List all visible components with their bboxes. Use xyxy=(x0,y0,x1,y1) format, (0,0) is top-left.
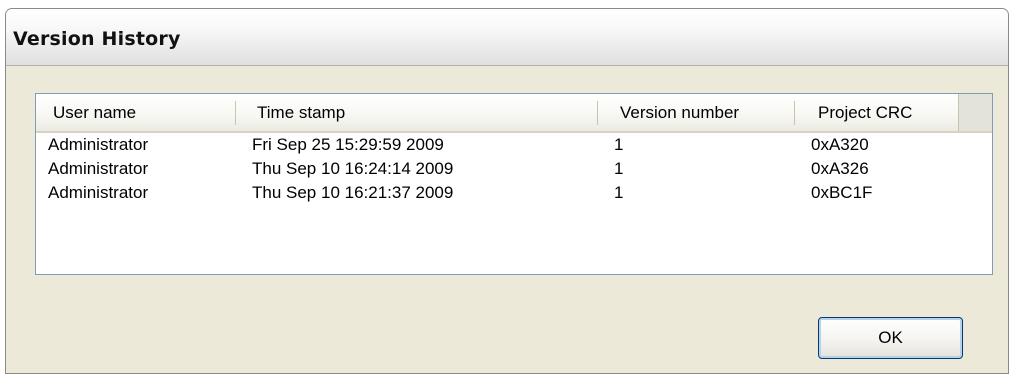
header-filler xyxy=(958,94,992,131)
table-row[interactable]: Administrator Fri Sep 25 15:29:59 2009 1… xyxy=(36,133,992,157)
list-header: User name Time stamp Version number Proj… xyxy=(36,94,992,133)
cell-project-crc: 0xA326 xyxy=(811,159,869,178)
version-list[interactable]: User name Time stamp Version number Proj… xyxy=(35,93,993,275)
column-header-version-number[interactable]: Version number xyxy=(620,94,790,131)
cell-time-stamp: Fri Sep 25 15:29:59 2009 xyxy=(252,135,444,154)
cell-project-crc: 0xA320 xyxy=(811,135,869,154)
column-separator[interactable] xyxy=(597,101,598,125)
cell-time-stamp: Thu Sep 10 16:24:14 2009 xyxy=(252,159,454,178)
table-row[interactable]: Administrator Thu Sep 10 16:24:14 2009 1… xyxy=(36,157,992,181)
version-history-dialog: Version History User name Time stamp Ver… xyxy=(5,8,1009,374)
cell-time-stamp: Thu Sep 10 16:21:37 2009 xyxy=(252,183,454,202)
cell-version-number: 1 xyxy=(614,135,624,154)
cell-user-name: Administrator xyxy=(48,135,149,154)
table-row[interactable]: Administrator Thu Sep 10 16:21:37 2009 1… xyxy=(36,181,992,205)
cell-project-crc: 0xBC1F xyxy=(811,183,873,202)
dialog-body: User name Time stamp Version number Proj… xyxy=(6,66,1008,373)
cell-version-number: 1 xyxy=(614,159,624,178)
title-bar[interactable]: Version History xyxy=(6,9,1008,66)
column-header-time-stamp[interactable]: Time stamp xyxy=(257,94,587,131)
cell-version-number: 1 xyxy=(614,183,624,202)
ok-button[interactable]: OK xyxy=(818,317,963,359)
cell-user-name: Administrator xyxy=(48,183,149,202)
cell-user-name: Administrator xyxy=(48,159,149,178)
column-header-project-crc[interactable]: Project CRC xyxy=(818,94,948,131)
window-title: Version History xyxy=(13,28,181,50)
column-separator[interactable] xyxy=(794,101,795,125)
column-separator[interactable] xyxy=(235,101,236,125)
column-header-user-name[interactable]: User name xyxy=(53,94,233,131)
